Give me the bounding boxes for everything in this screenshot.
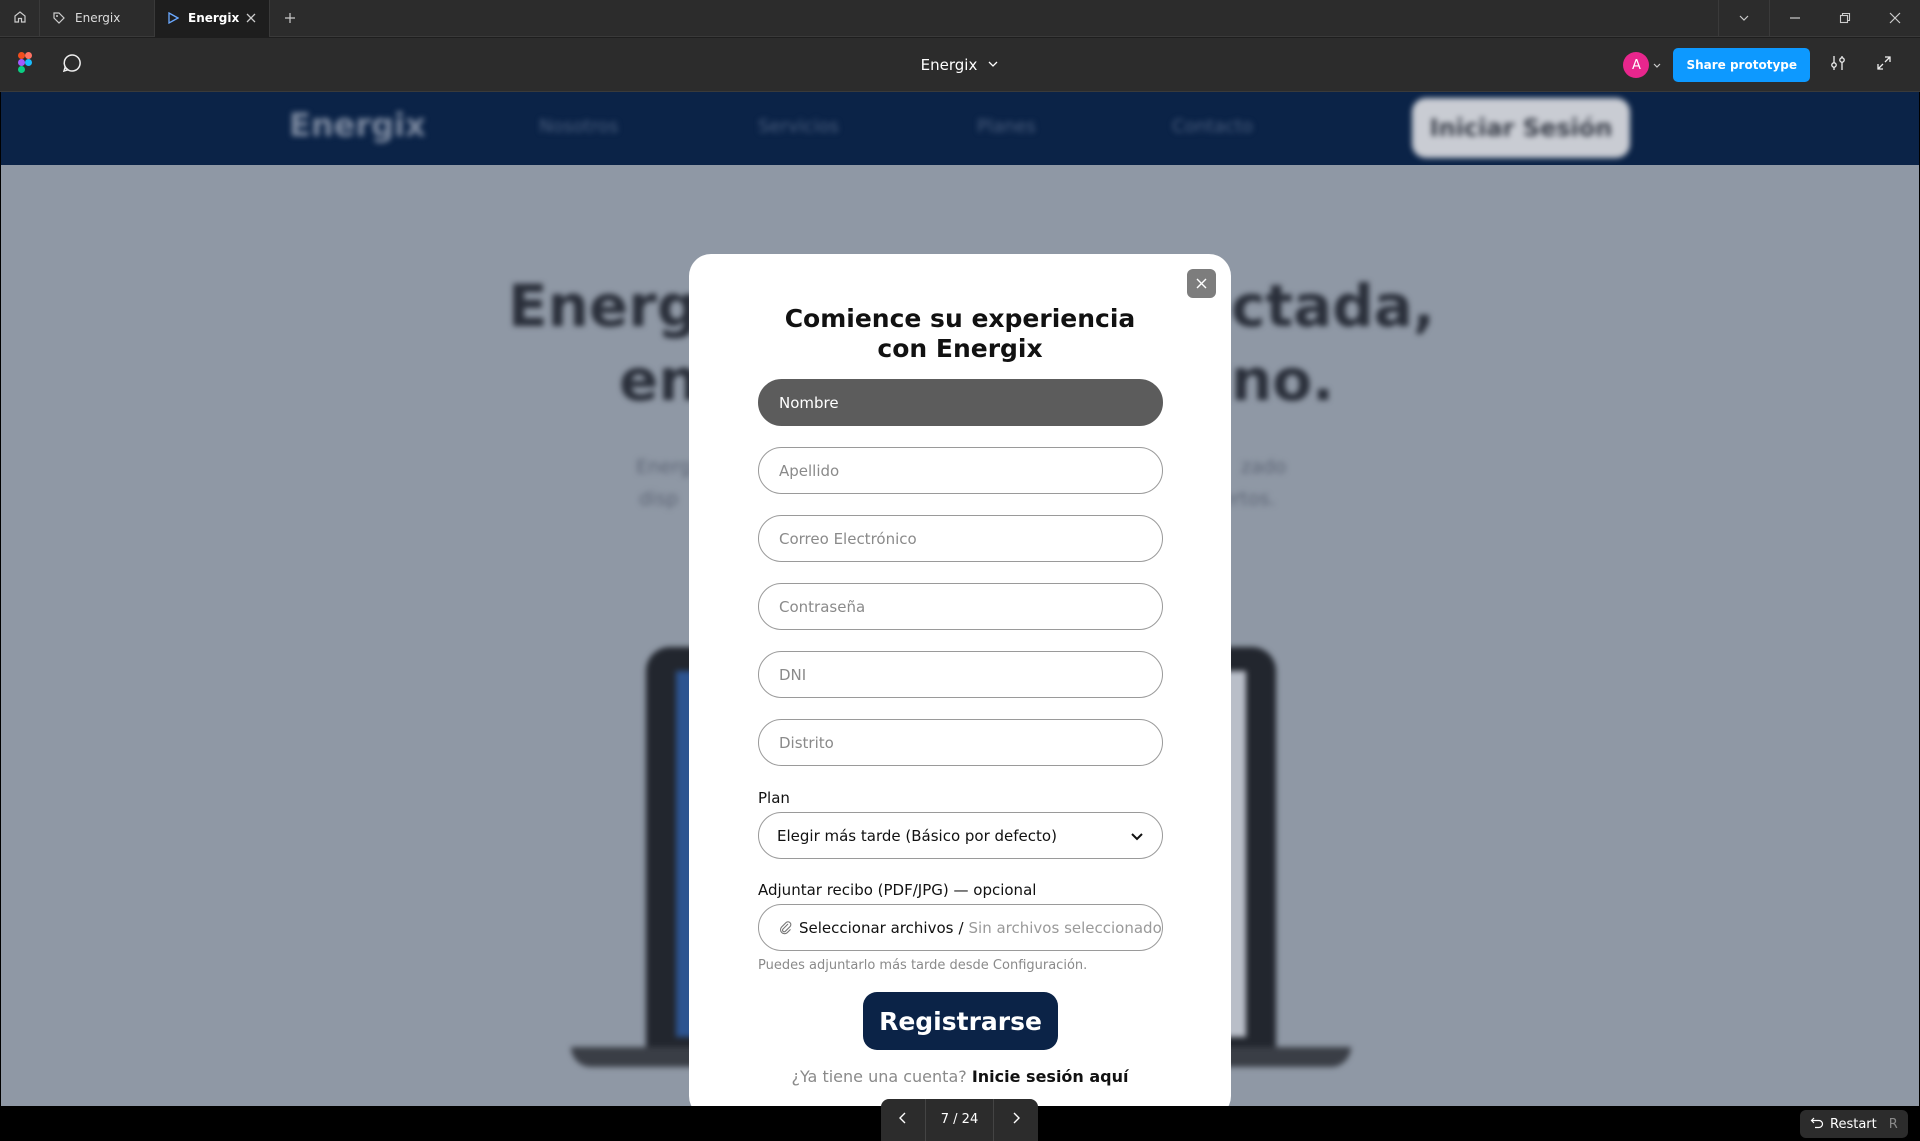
select-files-button[interactable]: Seleccionar archivos bbox=[799, 919, 953, 937]
expand-icon bbox=[1876, 55, 1892, 75]
frame-indicator: 7 / 24 bbox=[925, 1099, 994, 1141]
chevron-down-icon bbox=[987, 56, 999, 74]
sliders-icon bbox=[1829, 54, 1847, 76]
distrito-field[interactable]: Distrito bbox=[758, 719, 1163, 766]
minimize-icon bbox=[1789, 9, 1801, 28]
hero-heading-right-1: ctada, bbox=[1231, 272, 1435, 340]
restore-button[interactable] bbox=[1820, 0, 1870, 37]
settings-button[interactable] bbox=[1820, 48, 1856, 82]
fullscreen-button[interactable] bbox=[1866, 48, 1902, 82]
close-icon bbox=[1196, 274, 1207, 293]
home-button[interactable] bbox=[0, 0, 40, 37]
site-logo: Energix bbox=[289, 106, 426, 144]
avatar[interactable]: A bbox=[1623, 52, 1650, 78]
file-upload-label: Adjuntar recibo (PDF/JPG) — opcional bbox=[758, 881, 1037, 899]
nav-link-planes: Planes bbox=[977, 116, 1036, 137]
restart-icon bbox=[1810, 1115, 1824, 1133]
previous-frame-button[interactable] bbox=[881, 1099, 925, 1141]
restart-shortcut: R bbox=[1888, 1116, 1898, 1132]
next-frame-button[interactable] bbox=[994, 1099, 1038, 1141]
email-field[interactable]: Correo Electrónico bbox=[758, 515, 1163, 562]
login-prompt: ¿Ya tiene una cuenta? bbox=[791, 1067, 967, 1086]
chevron-down-icon bbox=[1738, 9, 1750, 28]
signup-modal: Comience su experiencia con Energix Nomb… bbox=[689, 254, 1231, 1106]
plus-icon bbox=[284, 9, 296, 28]
hero-heading-right-2: no. bbox=[1231, 346, 1335, 414]
site-navbar: Energix Nosotros Servicios Planes Contac… bbox=[1, 92, 1919, 165]
hero-subtitle-left-2: disp bbox=[639, 488, 679, 510]
chevron-down-icon bbox=[1130, 829, 1144, 843]
file-status: Sin archivos seleccionados bbox=[968, 918, 1163, 937]
file-upload-input[interactable]: Seleccionar archivos / Sin archivos sele… bbox=[758, 904, 1163, 951]
restart-button[interactable]: Restart R bbox=[1800, 1110, 1908, 1138]
chevron-right-icon bbox=[1011, 1112, 1021, 1128]
file-separator: / bbox=[958, 918, 964, 937]
login-link[interactable]: Inicie sesión aquí bbox=[972, 1067, 1129, 1086]
nav-link-servicios: Servicios bbox=[758, 116, 839, 137]
tab-energix-design[interactable]: Energix bbox=[40, 0, 155, 37]
file-hint: Puedes adjuntarlo más tarde desde Config… bbox=[758, 958, 1088, 973]
hero-heading-left-1: Energí bbox=[508, 272, 719, 340]
apellido-field[interactable]: Apellido bbox=[758, 447, 1163, 494]
tab-label: Energix bbox=[75, 11, 121, 25]
window-controls bbox=[1718, 0, 1920, 37]
plan-label: Plan bbox=[758, 789, 790, 807]
modal-close-button[interactable] bbox=[1187, 269, 1216, 298]
plan-select[interactable]: Elegir más tarde (Básico por defecto) bbox=[758, 812, 1163, 859]
register-button[interactable]: Registrarse bbox=[863, 992, 1058, 1050]
paperclip-icon bbox=[779, 920, 793, 935]
modal-title-line-1: Comience su experiencia bbox=[784, 304, 1136, 333]
nav-link-contacto: Contacto bbox=[1172, 116, 1254, 137]
nav-login-button: Iniciar Sesión bbox=[1412, 98, 1630, 158]
title-bar: Energix Energix bbox=[0, 0, 1920, 37]
modal-title-line-2: con Energix bbox=[877, 334, 1043, 363]
minimize-button[interactable] bbox=[1770, 0, 1820, 37]
tag-icon bbox=[52, 11, 66, 25]
frame-pager: 7 / 24 bbox=[881, 1099, 1038, 1141]
file-title: Energix bbox=[920, 56, 978, 74]
restore-icon bbox=[1839, 9, 1851, 28]
new-tab-button[interactable] bbox=[270, 9, 310, 28]
share-prototype-button[interactable]: Share prototype bbox=[1673, 48, 1810, 82]
password-field[interactable]: Contraseña bbox=[758, 583, 1163, 630]
plan-selected-value: Elegir más tarde (Básico por defecto) bbox=[777, 826, 1057, 845]
close-window-button[interactable] bbox=[1870, 0, 1920, 37]
login-prompt-line: ¿Ya tiene una cuenta? Inicie sesión aquí bbox=[689, 1067, 1231, 1086]
modal-title: Comience su experiencia con Energix bbox=[689, 304, 1231, 364]
close-icon bbox=[1889, 9, 1901, 28]
chevron-down-icon[interactable] bbox=[1653, 61, 1661, 69]
play-icon bbox=[167, 12, 179, 24]
restart-label: Restart bbox=[1830, 1116, 1877, 1132]
prototype-stage: Energix Nosotros Servicios Planes Contac… bbox=[0, 92, 1920, 1106]
close-tab-icon[interactable] bbox=[245, 12, 257, 24]
hero-heading-left-2: en bbox=[619, 346, 700, 414]
tab-energix-prototype[interactable]: Energix bbox=[155, 0, 270, 37]
chevron-left-icon bbox=[898, 1112, 908, 1128]
hero-subtitle-left-1: Energ bbox=[636, 456, 692, 478]
nombre-field[interactable]: Nombre bbox=[758, 379, 1163, 426]
prototype-toolbar: Energix A Share prototype bbox=[0, 38, 1920, 92]
tab-list-button[interactable] bbox=[1719, 0, 1769, 37]
nav-link-nosotros: Nosotros bbox=[539, 116, 619, 137]
home-icon bbox=[13, 9, 27, 28]
tab-label: Energix bbox=[188, 11, 240, 25]
dni-field[interactable]: DNI bbox=[758, 651, 1163, 698]
hero-subtitle-right-1: zado bbox=[1241, 456, 1287, 478]
